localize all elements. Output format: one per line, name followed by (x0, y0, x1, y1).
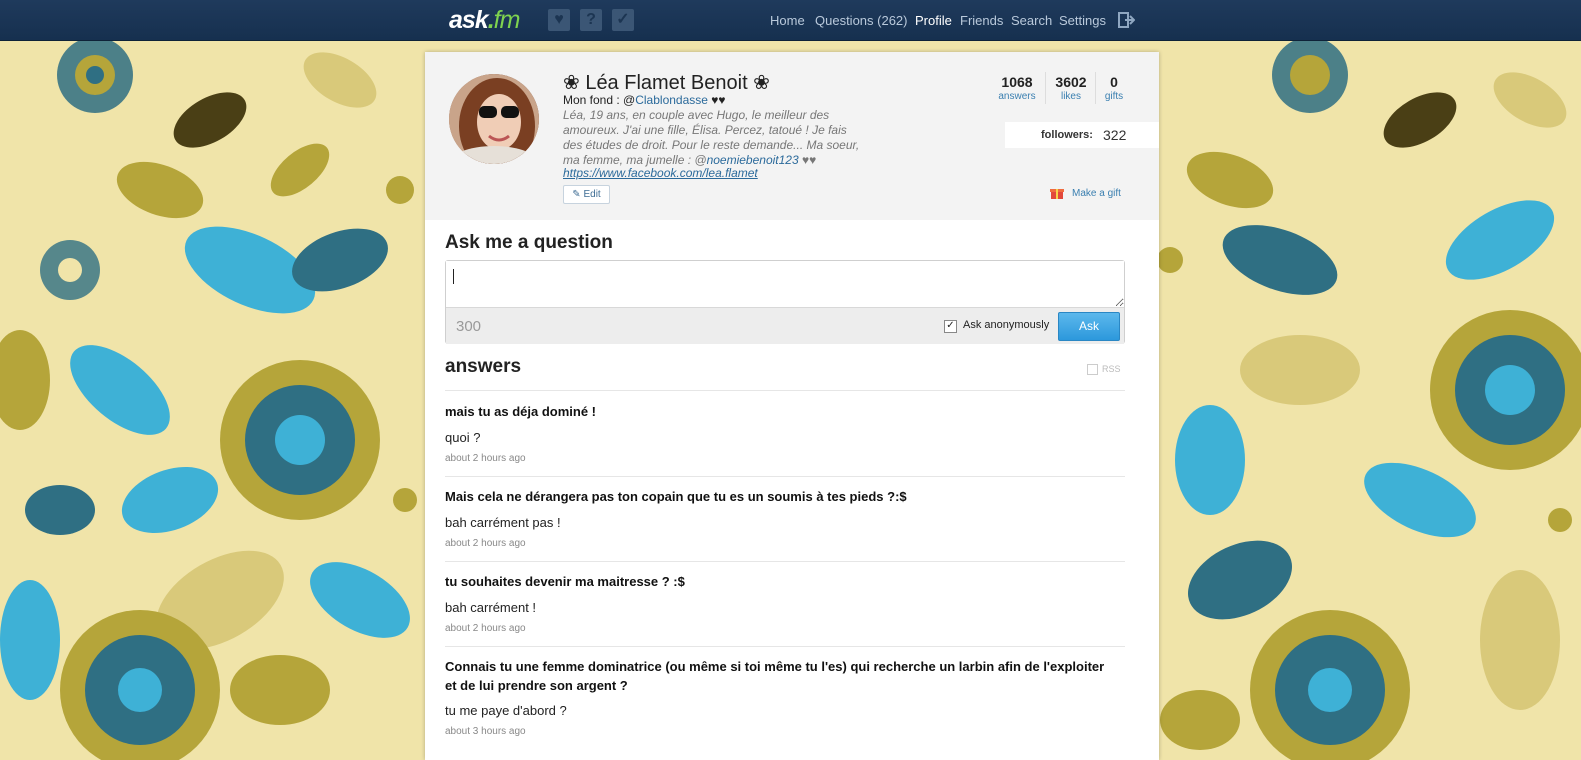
answer-time[interactable]: about 3 hours ago (445, 726, 526, 737)
profile-name: ❀ Léa Flamet Benoit ❀ (563, 72, 770, 94)
bio-mention-link-2[interactable]: noemiebenoit123 (707, 153, 799, 167)
rss-link[interactable]: RSS (1087, 364, 1121, 376)
stat-answers[interactable]: 1068 answers (995, 74, 1039, 102)
bio-text: Léa, 19 ans, en couple avec Hugo, le mei… (563, 108, 860, 167)
bio-background-credit: Mon fond : @Clablondasse ♥♥ (563, 93, 726, 107)
stat-likes[interactable]: 3602 likes (1051, 74, 1091, 102)
anonymous-checkbox[interactable]: ✓ (944, 320, 957, 333)
bird-icon[interactable]: ✓ (612, 9, 634, 31)
answer-text: quoi ? (445, 430, 481, 445)
main-panel: ❀ Léa Flamet Benoit ❀ Mon fond : @Clablo… (425, 52, 1159, 760)
answer-question[interactable]: Mais cela ne dérangera pas ton copain qu… (445, 487, 1105, 506)
heart-icon[interactable]: ♥ (548, 9, 570, 31)
question-icon[interactable]: ? (580, 9, 602, 31)
anonymous-label[interactable]: Ask anonymously (963, 319, 1049, 331)
question-input[interactable] (446, 261, 1124, 307)
logout-icon[interactable] (1118, 12, 1135, 28)
nav-home[interactable]: Home (770, 13, 805, 28)
answer-time[interactable]: about 2 hours ago (445, 623, 526, 634)
ask-button[interactable]: Ask (1058, 312, 1120, 341)
answer-time[interactable]: about 2 hours ago (445, 538, 526, 549)
edit-profile-button[interactable]: ✎ Edit (563, 185, 610, 204)
divider (445, 561, 1125, 562)
nav-questions[interactable]: Questions (262) (815, 13, 908, 28)
divider (445, 476, 1125, 477)
profile-header: ❀ Léa Flamet Benoit ❀ Mon fond : @Clablo… (425, 52, 1159, 220)
followers-count[interactable]: followers: 322 (1005, 122, 1159, 148)
top-navigation-bar: ask.fm ♥ ? ✓ Home Questions (262) Profil… (0, 0, 1581, 41)
nav-friends[interactable]: Friends (960, 13, 1003, 28)
nav-profile[interactable]: Profile (915, 13, 952, 28)
answer-question[interactable]: Connais tu une femme dominatrice (ou mêm… (445, 657, 1105, 695)
answer-text: bah carrément ! (445, 600, 537, 615)
ask-footer: 300 ✓ Ask anonymously Ask (446, 307, 1124, 344)
answer-question[interactable]: mais tu as déja dominé ! (445, 402, 1105, 421)
facebook-link[interactable]: https://www.facebook.com/lea.flamet (563, 166, 758, 180)
stat-divider (1095, 72, 1096, 104)
stat-gifts[interactable]: 0 gifts (1101, 74, 1127, 102)
answer-text: bah carrément pas ! (445, 515, 561, 530)
bio-mention-link[interactable]: Clablondasse (635, 93, 708, 107)
ask-question-box: 300 ✓ Ask anonymously Ask (445, 260, 1125, 344)
answer-time[interactable]: about 2 hours ago (445, 453, 526, 464)
gift-icon (1050, 189, 1064, 199)
answer-question[interactable]: tu souhaites devenir ma maitresse ? :$ (445, 572, 1105, 591)
askfm-logo[interactable]: ask.fm (449, 6, 520, 35)
stat-divider (1045, 72, 1046, 104)
rss-icon (1087, 364, 1098, 376)
character-counter: 300 (456, 318, 482, 335)
nav-search[interactable]: Search (1011, 13, 1052, 28)
make-gift-link[interactable]: Make a gift (1050, 188, 1121, 199)
ask-question-title: Ask me a question (445, 232, 613, 253)
nav-settings[interactable]: Settings (1059, 13, 1106, 28)
avatar[interactable] (449, 74, 539, 164)
divider (445, 390, 1125, 391)
answers-title: answers (445, 356, 522, 377)
answer-text: tu me paye d'abord ? (445, 703, 567, 718)
divider (445, 646, 1125, 647)
text-caret (453, 269, 454, 284)
